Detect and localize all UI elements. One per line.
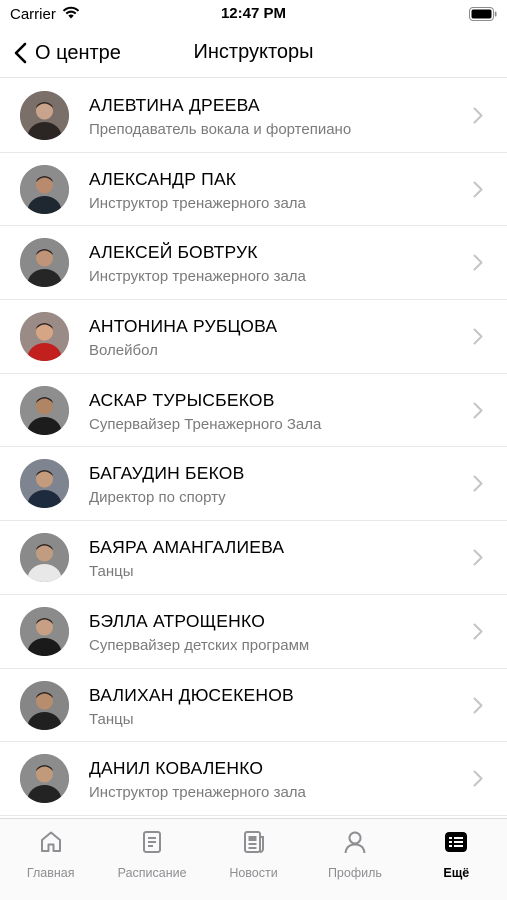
news-icon (243, 831, 264, 853)
instructor-row[interactable]: АЛЕВТИНА ДРЕЕВА Преподаватель вокала и фо… (0, 79, 507, 153)
instructor-row[interactable]: ДАНИЛ КОВАЛЕНКО Инструктор тренажерного з… (0, 742, 507, 816)
avatar (20, 606, 69, 656)
more-icon (445, 832, 468, 852)
instructor-row[interactable]: АЛЕКСАНДР ПАК Инструктор тренажерного зал… (0, 153, 507, 227)
instructor-name: АСКАР ТУРЫСБЕКОВ (89, 389, 275, 410)
avatar (20, 312, 69, 362)
avatar (20, 164, 69, 214)
instructor-name: ВАЛИХАН ДЮСЕКЕНОВ (89, 684, 294, 705)
instructor-role: Инструктор тренажерного зала (89, 268, 306, 286)
chevron-right-icon (473, 328, 483, 345)
chevron-right-icon (473, 402, 483, 419)
instructor-role: Инструктор тренажерного зала (89, 784, 306, 802)
tab-label: Новости (229, 866, 278, 880)
chevron-right-icon (473, 549, 483, 566)
avatar (20, 91, 69, 140)
chevron-right-icon (473, 254, 483, 271)
page-title-text: Инструкторы (193, 41, 314, 63)
chevron-right-icon (473, 697, 483, 713)
instructor-row[interactable]: БАЯРА АМАНГАЛИЕВА Танцы (0, 521, 507, 595)
chevron-right-icon (473, 475, 483, 492)
instructor-row[interactable]: АСКАР ТУРЫСБЕКОВ Супервайзер Тренажерного… (0, 374, 507, 448)
navigation-bar: О центре Инструкторы (0, 30, 507, 78)
instructor-name: ДАНИЛ КОВАЛЕНКО (89, 758, 264, 779)
page-title: Инструкторы (0, 41, 507, 64)
instructor-role: Танцы (89, 563, 134, 581)
tab-news[interactable]: Новости (203, 819, 304, 900)
instructor-row[interactable]: ВАЛИХАН ДЮСЕКЕНОВ Танцы (0, 669, 507, 743)
instructor-role: Директор по спорту (89, 489, 226, 507)
tab-schedule[interactable]: Расписание (101, 819, 202, 900)
tab-label: Ещё (443, 866, 470, 880)
tab-home[interactable]: Главная (0, 819, 101, 900)
instructor-role: Супервайзер детских программ (89, 636, 310, 654)
avatar (20, 533, 69, 583)
instructor-row[interactable]: АЛЕКСЕЙ БОВТРУК Инструктор тренажерного з… (0, 226, 507, 301)
tab-profile[interactable]: Профиль (304, 819, 405, 900)
instructor-name: БЭЛЛА АТРОЩЕНКО (89, 610, 266, 631)
chevron-right-icon (473, 181, 483, 198)
tab-more[interactable]: Ещё (406, 819, 507, 900)
instructor-list[interactable]: АЛЕВТИНА ДРЕЕВА Преподаватель вокала и фо… (0, 79, 507, 819)
instructor-name: БАГАУДИН БЕКОВ (89, 463, 245, 484)
instructor-name: БАЯРА АМАНГАЛИЕВА (89, 537, 285, 558)
instructor-row[interactable]: АНТОНИНА РУБЦОВА Волейбол (0, 300, 507, 374)
chevron-right-icon (473, 107, 483, 124)
instructor-role: Супервайзер Тренажерного Зала (89, 415, 322, 433)
schedule-icon (143, 831, 162, 853)
avatar (20, 385, 69, 435)
instructor-role: Преподаватель вокала и фортепиано (89, 121, 352, 138)
tab-label: Профиль (327, 866, 382, 880)
chevron-right-icon (473, 770, 483, 787)
instructor-name: АЛЕКСАНДР ПАК (89, 168, 237, 189)
avatar (20, 238, 69, 288)
instructor-role: Танцы (89, 710, 134, 728)
tab-label: Главная (26, 866, 75, 880)
avatar (20, 680, 69, 730)
instructor-role: Инструктор тренажерного зала (89, 194, 306, 212)
chevron-right-icon (473, 623, 483, 640)
status-bar: Carrier 12:47 PM (0, 0, 507, 30)
home-icon (40, 831, 61, 852)
profile-icon (344, 831, 366, 854)
instructor-name: АЛЕКСЕЙ БОВТРУК (89, 242, 258, 263)
instructor-row[interactable]: БЭЛЛА АТРОЩЕНКО Супервайзер детских прогр… (0, 595, 507, 669)
avatar (20, 754, 69, 804)
status-time: 12:47 PM (220, 5, 287, 22)
instructor-name: АЛЕВТИНА ДРЕЕВА (89, 95, 260, 115)
avatar (20, 459, 69, 509)
instructor-name: АНТОНИНА РУБЦОВА (89, 316, 278, 337)
instructor-role: Волейбол (89, 342, 158, 360)
instructor-row[interactable]: БАГАУДИН БЕКОВ Директор по спорту (0, 447, 507, 522)
tab-bar: Главная Расписание Новости Профиль Ещё (0, 818, 507, 900)
battery-icon (469, 7, 497, 26)
tab-label: Расписание (117, 866, 187, 880)
